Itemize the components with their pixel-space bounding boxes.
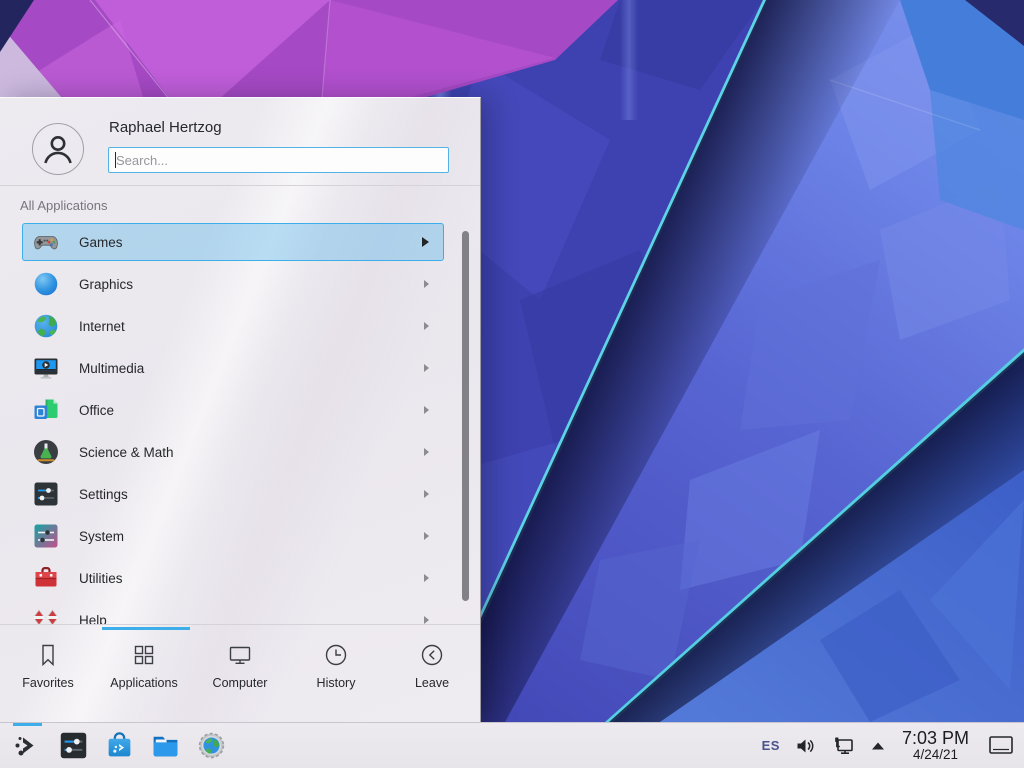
menu-item-label: Science & Math bbox=[79, 445, 174, 460]
settings-icon bbox=[32, 480, 60, 508]
menu-item-label: Utilities bbox=[79, 571, 123, 586]
application-launcher-panel: Raphael Hertzog All Applications bbox=[0, 97, 481, 722]
menu-item-games[interactable]: Games bbox=[22, 223, 444, 261]
menu-item-label: Graphics bbox=[79, 277, 133, 292]
menu-item-help[interactable]: Help bbox=[22, 601, 444, 625]
system-icon bbox=[32, 522, 60, 550]
desktop: Raphael Hertzog All Applications bbox=[0, 0, 1024, 768]
active-tab-indicator bbox=[102, 627, 190, 630]
office-icon bbox=[32, 396, 60, 424]
tab-leave[interactable]: Leave bbox=[384, 642, 480, 722]
tab-applications[interactable]: Applications bbox=[96, 642, 192, 722]
file-manager-icon bbox=[150, 730, 181, 761]
submenu-arrow-icon bbox=[424, 448, 429, 456]
show-desktop-button[interactable] bbox=[986, 731, 1016, 761]
expand-tray-icon[interactable] bbox=[871, 741, 885, 751]
menu-item-label: Games bbox=[79, 235, 123, 250]
menu-item-utilities[interactable]: Utilities bbox=[22, 559, 444, 597]
menu-item-label: Settings bbox=[79, 487, 128, 502]
web-browser-button[interactable] bbox=[188, 723, 234, 768]
system-settings-button[interactable] bbox=[50, 723, 96, 768]
digital-clock[interactable]: 7:03 PM 4/24/21 bbox=[900, 729, 971, 762]
submenu-arrow-icon bbox=[424, 322, 429, 330]
file-manager-button[interactable] bbox=[142, 723, 188, 768]
section-label: All Applications bbox=[20, 198, 107, 213]
user-name: Raphael Hertzog bbox=[109, 119, 222, 136]
launcher-active-indicator bbox=[13, 723, 42, 726]
graphics-icon bbox=[32, 270, 60, 298]
search-input[interactable] bbox=[108, 147, 449, 173]
tab-computer[interactable]: Computer bbox=[192, 642, 288, 722]
clock-date: 4/24/21 bbox=[902, 748, 969, 762]
volume-icon[interactable] bbox=[795, 736, 817, 756]
application-launcher-button[interactable] bbox=[4, 723, 50, 768]
application-launcher-icon bbox=[12, 731, 42, 761]
submenu-arrow-icon bbox=[424, 574, 429, 582]
text-caret bbox=[115, 152, 116, 168]
discover-icon bbox=[104, 730, 135, 761]
leave-icon bbox=[419, 642, 445, 668]
tab-favorites[interactable]: Favorites bbox=[0, 642, 96, 722]
clock-icon bbox=[323, 642, 349, 668]
tab-history[interactable]: History bbox=[288, 642, 384, 722]
menu-item-label: Internet bbox=[79, 319, 125, 334]
show-desktop-icon bbox=[988, 735, 1014, 756]
submenu-arrow-icon bbox=[424, 280, 429, 288]
help-icon bbox=[32, 606, 60, 625]
submenu-arrow-icon bbox=[424, 364, 429, 372]
submenu-arrow-icon bbox=[424, 616, 429, 624]
submenu-arrow-icon bbox=[424, 406, 429, 414]
submenu-arrow-icon bbox=[424, 490, 429, 498]
menu-item-office[interactable]: Office bbox=[22, 391, 444, 429]
submenu-arrow-icon bbox=[422, 237, 429, 247]
internet-icon bbox=[32, 312, 60, 340]
launcher-header: Raphael Hertzog bbox=[0, 98, 480, 186]
menu-item-multimedia[interactable]: Multimedia bbox=[22, 349, 444, 387]
system-tray: ES 7:03 PM 4/24/21 bbox=[762, 729, 1020, 762]
taskbar-panel: ES 7:03 PM 4/24/21 bbox=[0, 722, 1024, 768]
scrollbar[interactable] bbox=[462, 231, 469, 601]
grid-icon bbox=[131, 642, 157, 668]
launcher-footer-tabs: Favorites Applications bbox=[0, 624, 480, 722]
network-icon[interactable] bbox=[832, 735, 856, 757]
user-avatar bbox=[32, 123, 84, 175]
utilities-icon bbox=[32, 564, 60, 592]
multimedia-icon bbox=[32, 354, 60, 382]
bookmark-icon bbox=[35, 642, 61, 668]
science-math-icon bbox=[32, 438, 60, 466]
user-avatar-icon bbox=[41, 132, 75, 166]
menu-item-system[interactable]: System bbox=[22, 517, 444, 555]
computer-icon bbox=[227, 642, 253, 668]
discover-button[interactable] bbox=[96, 723, 142, 768]
menu-item-internet[interactable]: Internet bbox=[22, 307, 444, 345]
keyboard-layout-indicator[interactable]: ES bbox=[762, 738, 780, 753]
system-settings-icon bbox=[58, 730, 89, 761]
menu-item-label: System bbox=[79, 529, 124, 544]
menu-item-label: Multimedia bbox=[79, 361, 144, 376]
submenu-arrow-icon bbox=[424, 532, 429, 540]
menu-item-science-math[interactable]: Science & Math bbox=[22, 433, 444, 471]
menu-item-settings[interactable]: Settings bbox=[22, 475, 444, 513]
application-category-list: Games Graphics bbox=[0, 223, 480, 625]
menu-item-label: Office bbox=[79, 403, 114, 418]
menu-item-graphics[interactable]: Graphics bbox=[22, 265, 444, 303]
games-icon bbox=[32, 228, 60, 256]
clock-time: 7:03 PM bbox=[902, 729, 969, 748]
web-browser-icon bbox=[196, 730, 227, 761]
